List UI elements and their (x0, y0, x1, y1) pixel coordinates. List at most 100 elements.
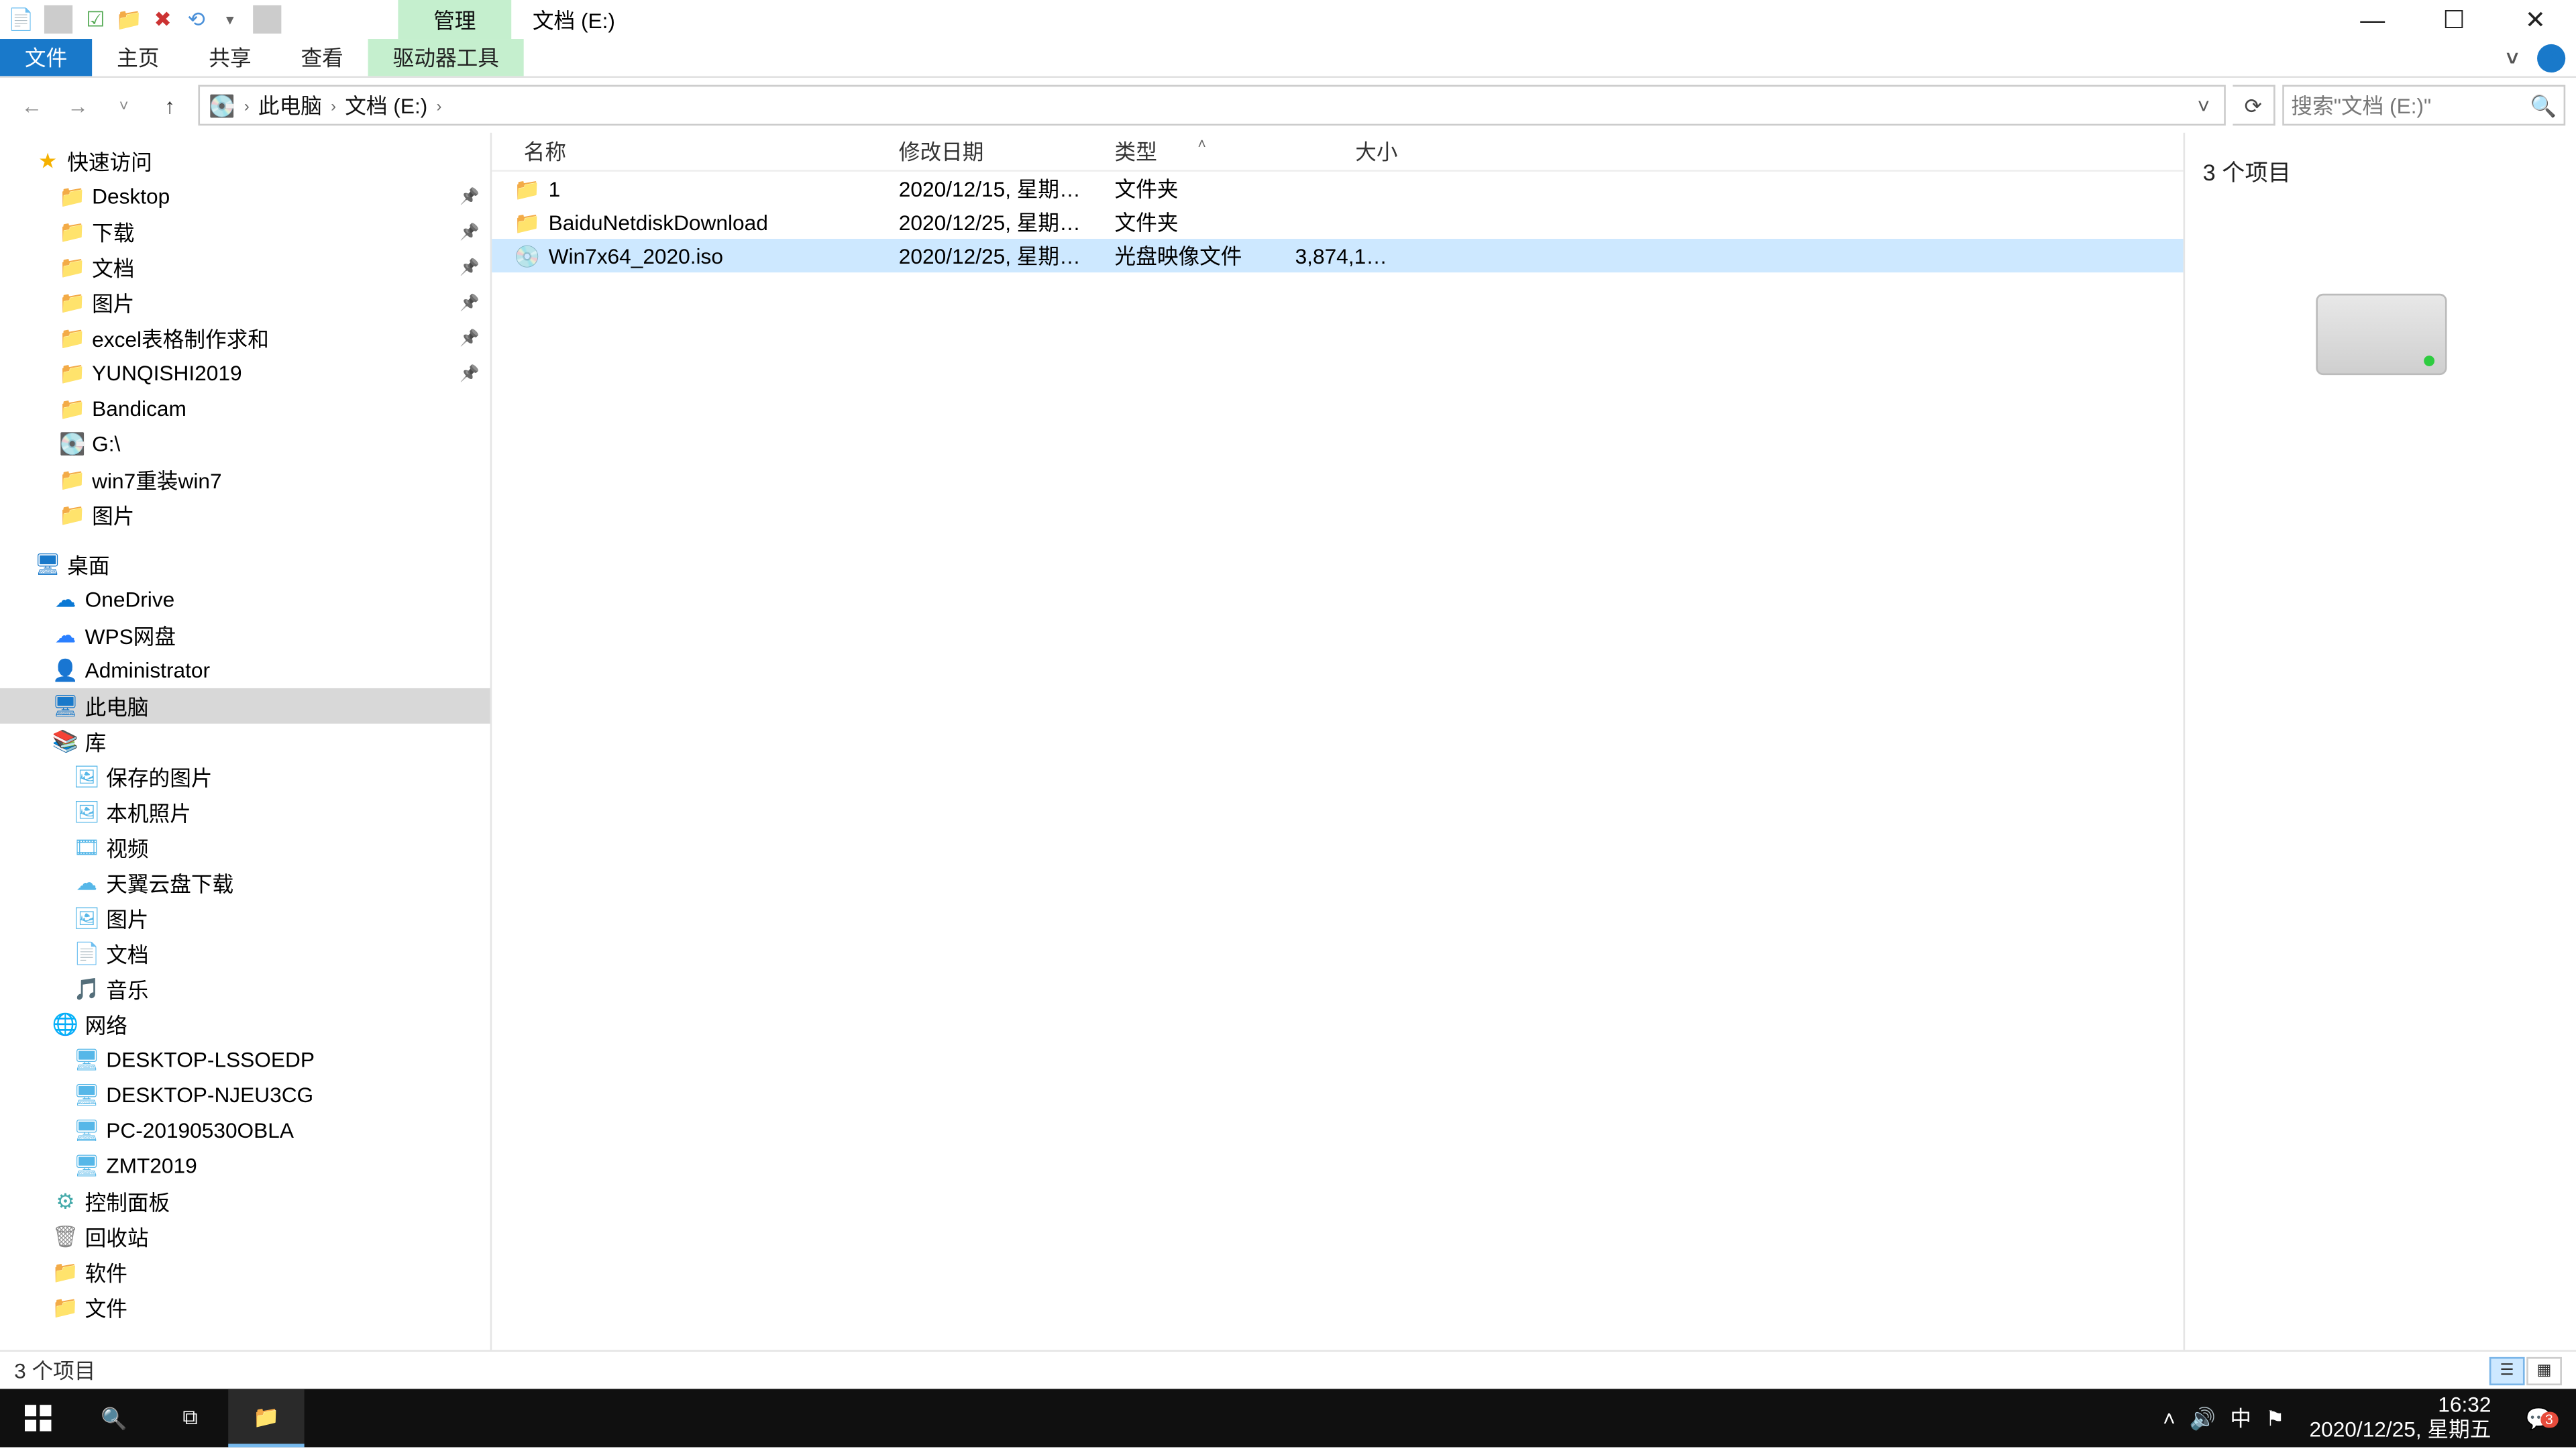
forward-button[interactable]: → (56, 84, 99, 126)
tree-item[interactable]: 📁 win7重装win7 (0, 462, 490, 497)
tab-home[interactable]: 主页 (92, 39, 184, 76)
tree-item[interactable]: 📁 Desktop (0, 178, 490, 214)
tree-item[interactable]: 📁 Bandicam (0, 391, 490, 427)
folder-icon: 📁 (56, 502, 88, 527)
tree-item[interactable]: ☁ OneDrive (0, 582, 490, 618)
volume-icon[interactable]: 🔊 (2190, 1405, 2216, 1430)
tab-view[interactable]: 查看 (276, 39, 368, 76)
tree-item[interactable]: 🌐 网络 (0, 1007, 490, 1042)
help-icon[interactable]: ? (2537, 44, 2565, 72)
address-history-dropdown-icon[interactable]: ˅ (2187, 93, 2220, 117)
user-icon: 👤 (50, 658, 81, 683)
context-tab-manage[interactable]: 管理 (398, 0, 511, 39)
folder-icon: 📁 (56, 219, 88, 244)
qa-undo-icon[interactable]: ⟲ (182, 5, 211, 34)
folder-icon: 📁 (513, 208, 541, 236)
chevron-right-icon[interactable]: › (241, 97, 253, 114)
tree-item[interactable]: 🖥 DESKTOP-NJEU3CG (0, 1077, 490, 1113)
breadcrumb[interactable]: 此电脑 (253, 91, 327, 121)
up-button[interactable]: ↑ (149, 84, 191, 126)
maximize-button[interactable]: ☐ (2413, 0, 2494, 39)
search-icon[interactable]: 🔍 (2530, 93, 2557, 117)
column-headers: ˄ 名称 修改日期 类型 大小 (492, 133, 2183, 172)
tree-item[interactable]: 🖥 ZMT2019 (0, 1148, 490, 1184)
system-tray: ˄ 🔊 中 ⚑ 16:32 2020/12/25, 星期五 💬3 (2149, 1389, 2576, 1447)
column-type[interactable]: 类型 (1104, 136, 1285, 166)
file-row[interactable]: 💿Win7x64_2020.iso 2020/12/25, 星期五 1... 光… (492, 239, 2183, 272)
iso-icon: 💿 (513, 241, 541, 270)
file-rows[interactable]: 📁1 2020/12/15, 星期二 1... 文件夹 📁BaiduNetdis… (492, 172, 2183, 1350)
tree-item[interactable]: 🖼 图片 (0, 900, 490, 936)
qa-delete-icon[interactable]: ✖ (149, 5, 177, 34)
tree-item-label: G:\ (92, 432, 120, 457)
tree-item[interactable]: ⚙ 控制面板 (0, 1183, 490, 1219)
clock[interactable]: 16:32 2020/12/25, 星期五 (2299, 1395, 2502, 1442)
start-button[interactable] (0, 1389, 76, 1447)
recent-dropdown-icon[interactable]: ˅ (103, 84, 145, 126)
tree-item[interactable]: 👤 Administrator (0, 653, 490, 688)
task-view-button[interactable]: ⧉ (152, 1389, 228, 1447)
column-date[interactable]: 修改日期 (888, 136, 1104, 166)
action-center-button[interactable]: 💬3 (2516, 1405, 2562, 1430)
tree-item[interactable]: 📁 图片 (0, 497, 490, 533)
security-icon[interactable]: ⚑ (2265, 1405, 2284, 1430)
tree-item[interactable]: 📁 下载 (0, 214, 490, 250)
tree-item[interactable]: 🎵 音乐 (0, 971, 490, 1007)
minimize-button[interactable]: — (2332, 0, 2413, 39)
refresh-button[interactable]: ⟳ (2233, 85, 2275, 126)
tree-item[interactable]: 📄 文档 (0, 936, 490, 971)
tree-item[interactable]: 💽 G:\ (0, 427, 490, 462)
tree-item[interactable]: 🖥 此电脑 (0, 688, 490, 724)
tree-item[interactable]: ☁ 天翼云盘下载 (0, 865, 490, 901)
tree-item-label: excel表格制作求和 (92, 323, 269, 353)
tree-item[interactable]: 📚 库 (0, 724, 490, 759)
status-bar: 3 个项目 ☰ ▦ (0, 1350, 2576, 1389)
taskbar-explorer[interactable]: 📁 (228, 1389, 304, 1447)
tree-item[interactable]: 🎞 视频 (0, 830, 490, 865)
file-row[interactable]: 📁BaiduNetdiskDownload 2020/12/25, 星期五 1.… (492, 205, 2183, 239)
search-button[interactable]: 🔍 (76, 1389, 152, 1447)
chevron-right-icon[interactable]: › (433, 97, 445, 114)
tree-item-label: PC-20190530OBLA (106, 1118, 294, 1143)
tree-item[interactable]: 📁 excel表格制作求和 (0, 320, 490, 356)
tree-item[interactable]: 📁 软件 (0, 1254, 490, 1290)
qa-dropdown-icon[interactable]: ▾ (216, 5, 244, 34)
tab-file[interactable]: 文件 (0, 39, 92, 76)
tree-item[interactable]: 📁 文档 (0, 250, 490, 285)
tab-drive-tools[interactable]: 驱动器工具 (368, 39, 524, 76)
tree-item[interactable]: ☁ WPS网盘 (0, 617, 490, 653)
navigation-pane[interactable]: ★ 快速访问 📁 Desktop 📁 下载 📁 文档 📁 图片 📁 excel表… (0, 133, 492, 1350)
qa-properties-icon[interactable]: ☑ (81, 5, 109, 34)
tree-item[interactable]: 📁 文件 (0, 1290, 490, 1326)
back-button[interactable]: ← (11, 84, 53, 126)
tree-item-label: 音乐 (106, 974, 148, 1004)
tree-item-label: OneDrive (85, 588, 175, 612)
tree-item-label: Desktop (92, 184, 170, 209)
view-icons-button[interactable]: ▦ (2526, 1356, 2562, 1385)
close-button[interactable]: ✕ (2495, 0, 2576, 39)
tray-overflow-icon[interactable]: ˄ (2163, 1405, 2176, 1430)
tree-item[interactable]: 📁 YUNQISHI2019 (0, 356, 490, 391)
view-details-button[interactable]: ☰ (2489, 1356, 2525, 1385)
ime-indicator[interactable]: 中 (2230, 1403, 2251, 1433)
search-box[interactable]: 搜索"文档 (E:)" 🔍 (2282, 85, 2565, 126)
qa-newfolder-icon[interactable]: 📁 (115, 5, 143, 34)
column-size[interactable]: 大小 (1285, 136, 1409, 166)
address-bar[interactable]: 💽 › 此电脑 › 文档 (E:) › ˅ (198, 85, 2225, 126)
tree-item[interactable]: 📁 图片 (0, 285, 490, 321)
tree-item[interactable]: 🖥 桌面 (0, 547, 490, 582)
column-name[interactable]: 名称 (492, 136, 888, 166)
chevron-right-icon[interactable]: › (327, 97, 339, 114)
tree-item[interactable]: 🖥 PC-20190530OBLA (0, 1113, 490, 1148)
tab-share[interactable]: 共享 (184, 39, 276, 76)
tree-item[interactable]: ★ 快速访问 (0, 144, 490, 179)
tree-item[interactable]: 🗑 回收站 (0, 1219, 490, 1254)
tree-item[interactable]: 🖥 DESKTOP-LSSOEDP (0, 1042, 490, 1077)
pc-icon: 🖥 (70, 1118, 102, 1143)
folder-icon: 📁 (56, 184, 88, 209)
tree-item[interactable]: 🖼 本机照片 (0, 794, 490, 830)
breadcrumb[interactable]: 文档 (E:) (339, 91, 433, 121)
file-row[interactable]: 📁1 2020/12/15, 星期二 1... 文件夹 (492, 172, 2183, 205)
tree-item[interactable]: 🖼 保存的图片 (0, 759, 490, 794)
ribbon-expand-icon[interactable]: ˅ (2498, 44, 2526, 72)
